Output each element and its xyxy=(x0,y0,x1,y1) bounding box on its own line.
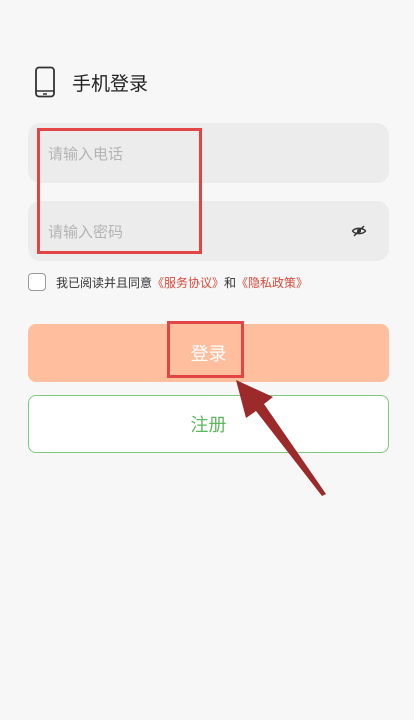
privacy-policy-link[interactable]: 《隐私政策》 xyxy=(236,276,308,290)
agreement-prefix: 我已阅读并且同意 xyxy=(56,275,153,290)
login-button[interactable]: 登录 xyxy=(28,324,389,382)
page-header: 手机登录 xyxy=(34,66,148,98)
password-input[interactable] xyxy=(46,201,350,263)
agreement-row: 我已阅读并且同意《服务协议》和《隐私政策》 xyxy=(28,273,308,291)
agreement-checkbox[interactable] xyxy=(28,273,46,291)
service-agreement-link[interactable]: 《服务协议》 xyxy=(152,276,224,290)
phone-input[interactable] xyxy=(46,123,350,185)
eye-off-icon[interactable] xyxy=(351,223,367,239)
agreement-text: 我已阅读并且同意《服务协议》和《隐私政策》 xyxy=(56,274,308,291)
page-title: 手机登录 xyxy=(72,72,149,95)
phone-icon xyxy=(35,66,55,98)
register-button[interactable]: 注册 xyxy=(28,395,389,453)
phone-field[interactable] xyxy=(28,123,389,185)
agreement-conjunction: 和 xyxy=(224,275,237,290)
password-field[interactable] xyxy=(28,201,389,263)
